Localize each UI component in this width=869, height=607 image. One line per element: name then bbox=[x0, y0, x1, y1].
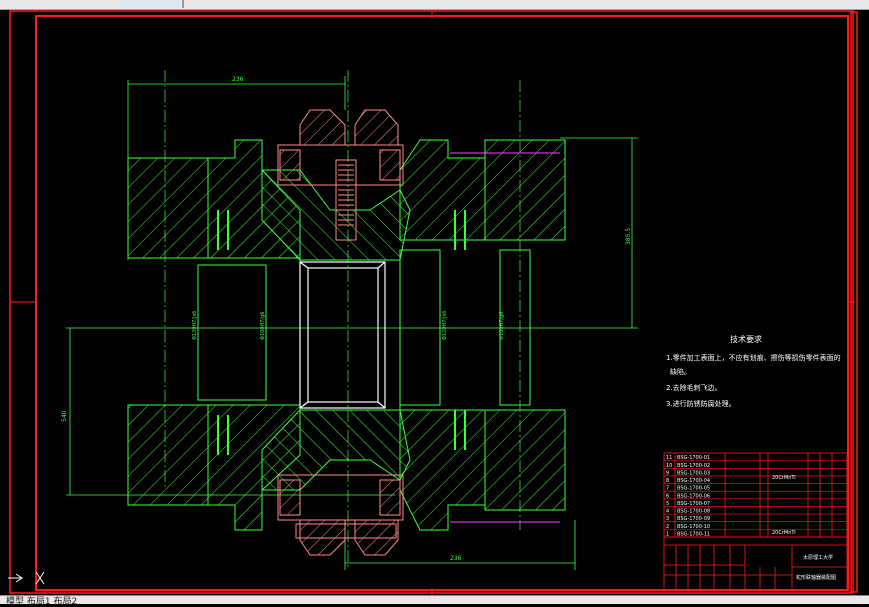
bom-row-number: 1 bbox=[666, 532, 669, 538]
toolbar bbox=[0, 0, 869, 10]
tech-req-line-3: 2.去除毛刺飞边。 bbox=[666, 383, 722, 392]
title-block-drawing-name: 蛇形联轴器装配图 bbox=[796, 574, 836, 581]
tech-req-line-2: 缺陷。 bbox=[670, 367, 691, 376]
bore-label-4: Φ100H7/g6 bbox=[499, 312, 505, 340]
bom-row-code: BSG-1700-01 bbox=[677, 455, 710, 461]
center-sleeve bbox=[299, 261, 386, 409]
toolbar-tab[interactable] bbox=[120, 0, 180, 8]
bom-row-code: BSG-1700-02 bbox=[677, 463, 710, 469]
drawing-canvas[interactable]: 236 236 385.5 540 Φ120H7/js6 Φ100H7/g6 Φ… bbox=[0, 10, 869, 595]
bom-row-number: 5 bbox=[666, 501, 669, 507]
tech-requirements: 技术要求 1.零件加工表面上，不应有划痕、擦伤等损伤零件表面的 缺陷。 2.去除… bbox=[666, 334, 841, 408]
layout-tabs[interactable]: 模型 布局1 布局2 bbox=[6, 594, 77, 607]
bom-row-code: BSG-1700-05 bbox=[677, 486, 710, 492]
bom-row-number: 7 bbox=[666, 486, 669, 492]
bore-label-3: Φ120H7/js6 bbox=[442, 311, 448, 340]
bom-row-code: BSG-1700-08 bbox=[677, 509, 710, 515]
tech-req-title: 技术要求 bbox=[730, 334, 762, 344]
tech-req-line-1: 1.零件加工表面上，不应有划痕、擦伤等损伤零件表面的 bbox=[666, 353, 841, 362]
bom-rows: 11 BSG-1700-01 10 BSG-1700-02 9 BSG-1700-03 8 B… bbox=[664, 455, 847, 538]
dim-height-left: 540 bbox=[61, 410, 68, 422]
tech-req-line-4: 3.进行防锈防腐处理。 bbox=[666, 399, 736, 408]
bore-label-1: Φ120H7/js6 bbox=[192, 311, 198, 340]
bom-row-code: BSG-1700-11 bbox=[677, 532, 710, 538]
bom-material-1: 20CrMnTi bbox=[772, 475, 796, 481]
bom-row-code: BSG-1700-10 bbox=[677, 524, 710, 530]
bom-material-2: 20CrMnTi bbox=[772, 530, 796, 536]
dim-bottom-width: 236 bbox=[450, 555, 462, 562]
toolbar-divider bbox=[182, 0, 184, 8]
bom-row-code: BSG-1700-07 bbox=[677, 501, 710, 507]
bom-row-number: 6 bbox=[666, 493, 669, 499]
ucs-icon bbox=[8, 571, 45, 585]
bom-row-number: 11 bbox=[666, 455, 672, 461]
bom-row-number: 8 bbox=[666, 478, 669, 484]
bore-label-2: Φ100H7/g6 bbox=[260, 312, 266, 340]
title-block-school: 太原理工大学 bbox=[803, 554, 833, 561]
bom-row-number: 4 bbox=[666, 509, 669, 515]
right-hub bbox=[399, 139, 566, 531]
bom-row-number: 10 bbox=[666, 463, 672, 469]
dim-height-right: 385.5 bbox=[625, 228, 632, 245]
dim-top-width: 236 bbox=[232, 76, 244, 83]
cad-application: 236 236 385.5 540 Φ120H7/js6 Φ100H7/g6 Φ… bbox=[0, 0, 869, 607]
bom-row-number: 3 bbox=[666, 516, 669, 522]
bom-row-code: BSG-1700-09 bbox=[677, 516, 710, 522]
bom-row-code: BSG-1700-04 bbox=[677, 478, 710, 484]
bom-row-number: 9 bbox=[666, 470, 669, 476]
bottom-cover bbox=[277, 474, 404, 556]
bom-row-number: 2 bbox=[666, 524, 669, 530]
bom-row-code: BSG-1700-03 bbox=[677, 470, 710, 476]
bom-row-code: BSG-1700-06 bbox=[677, 493, 710, 499]
